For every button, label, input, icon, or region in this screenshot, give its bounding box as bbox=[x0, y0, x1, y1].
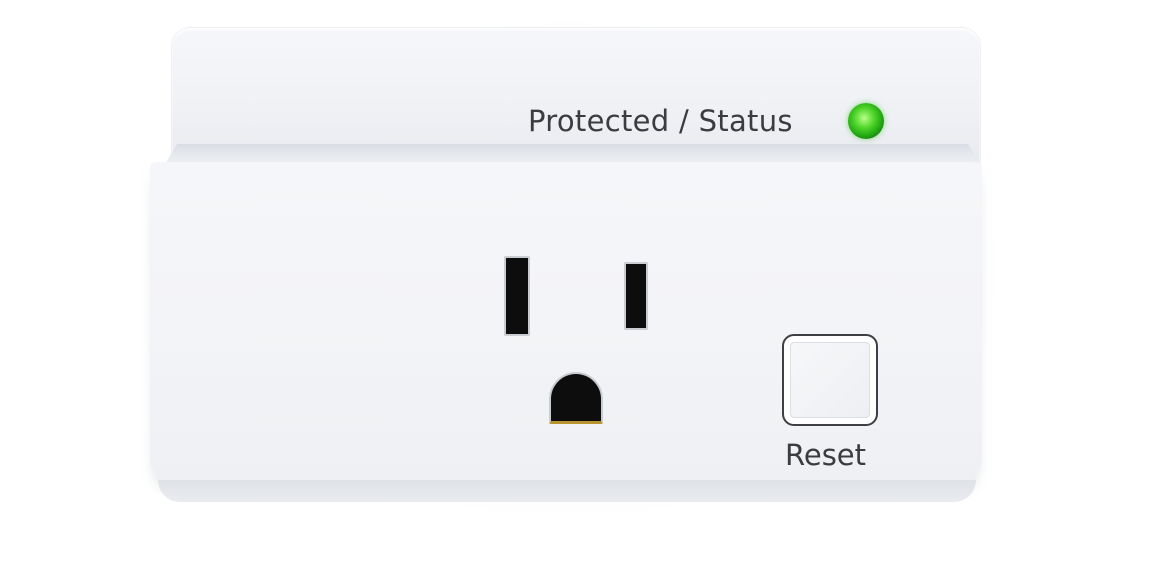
outlet-ground-hole bbox=[549, 372, 603, 424]
smart-plug-photo: Protected / Status Reset bbox=[0, 0, 1170, 564]
plug-front-face bbox=[150, 162, 982, 484]
status-label: Protected / Status bbox=[528, 104, 793, 138]
outlet-neutral-slot bbox=[504, 256, 530, 336]
reset-button[interactable] bbox=[782, 334, 878, 426]
reset-label: Reset bbox=[785, 438, 867, 472]
housing-ledge bbox=[165, 144, 980, 164]
status-led-icon bbox=[848, 103, 884, 139]
outlet-hot-slot bbox=[624, 262, 648, 330]
plug-bottom-edge bbox=[158, 480, 976, 502]
